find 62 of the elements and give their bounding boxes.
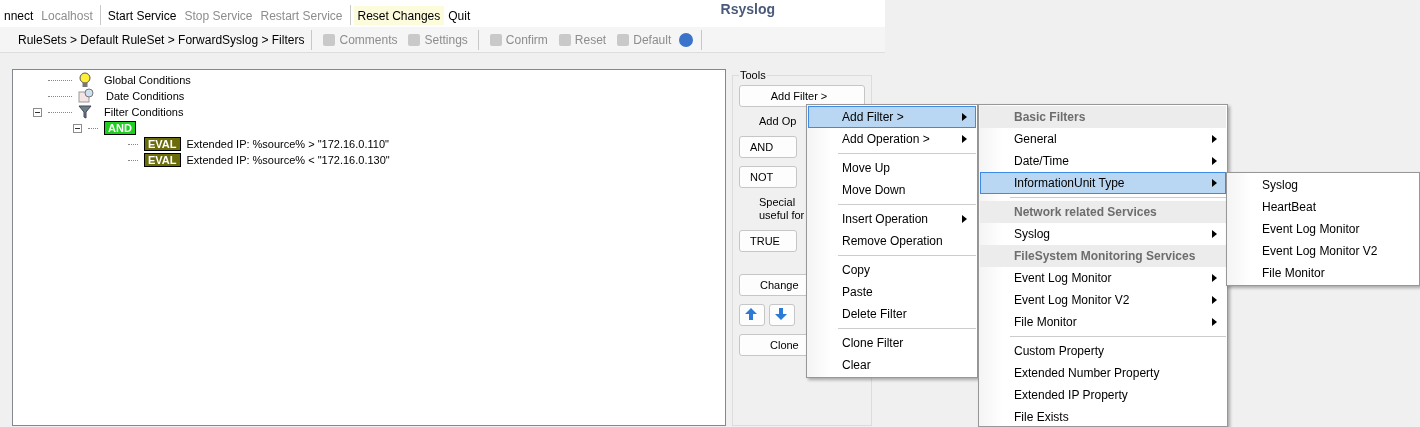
menu-item[interactable]: Event Log Monitor (1228, 218, 1418, 240)
menu-item[interactable]: Event Log Monitor V2 (980, 289, 1226, 311)
menu-item[interactable]: File Monitor (980, 311, 1226, 333)
menu-item[interactable]: HeartBeat (1228, 196, 1418, 218)
tree-label[interactable]: Extended IP: %source% > "172.16.0.110" (186, 138, 389, 150)
tree-label[interactable]: Filter Conditions (104, 106, 184, 118)
operator-badge[interactable]: EVAL (144, 153, 181, 167)
menu-item[interactable]: Insert Operation (808, 208, 976, 230)
section-label: Special useful for (759, 196, 805, 222)
funnel-icon (78, 105, 92, 119)
menu-header: Basic Filters (980, 106, 1226, 128)
breadcrumb: RuleSets > Default RuleSet > ForwardSyslog > Filters (18, 32, 305, 47)
menu-item[interactable]: File Monitor (1228, 262, 1418, 284)
toolbar-button[interactable]: Quit (444, 6, 475, 25)
add-filter-button[interactable]: Add Filter > (739, 85, 865, 107)
toolbar-button[interactable]: Reset Changes (353, 6, 445, 25)
menu-item[interactable]: File Exists (980, 406, 1226, 426)
menu-item[interactable]: InformationUnit Type (980, 172, 1226, 194)
menu-item[interactable]: Move Up (808, 157, 976, 179)
menu-item[interactable]: Move Down (808, 179, 976, 201)
menu-item[interactable]: Remove Operation (808, 230, 976, 252)
menu-header: FileSystem Monitoring Services (980, 245, 1226, 267)
tree-label[interactable]: Date Conditions (106, 90, 185, 102)
help-icon[interactable] (678, 31, 695, 48)
toolbar-button[interactable]: Start Service (103, 6, 181, 25)
menu-item[interactable]: General (980, 128, 1226, 150)
operator-badge[interactable]: EVAL (144, 137, 181, 151)
tree-label[interactable]: Extended IP: %source% < "172.16.0.130" (186, 154, 390, 166)
menu-header: Network related Services (980, 201, 1226, 223)
menu-item[interactable]: Event Log Monitor V2 (1228, 240, 1418, 262)
action-icon (322, 32, 337, 47)
menu-item[interactable]: Date/Time (980, 150, 1226, 172)
calendar-clock-icon (78, 88, 94, 104)
and-button[interactable]: AND (739, 136, 797, 158)
down-arrow-icon (774, 307, 788, 321)
up-arrow-icon (744, 307, 758, 321)
section-label: Add Op (759, 115, 797, 128)
menu-item[interactable]: Event Log Monitor (980, 267, 1226, 289)
collapse-toggle[interactable] (33, 107, 42, 117)
menu-item[interactable]: Add Filter > (808, 106, 976, 128)
group-title: Tools (739, 69, 767, 81)
move-down-button[interactable] (769, 304, 795, 326)
menu-item[interactable]: Clear (808, 354, 976, 376)
menu-item[interactable]: Extended IP Property (980, 384, 1226, 406)
collapse-toggle[interactable] (73, 123, 82, 133)
action-icon (407, 32, 422, 47)
menu-item[interactable]: Syslog (1228, 174, 1418, 196)
tree-label[interactable]: Global Conditions (104, 74, 191, 86)
action-icon (616, 32, 631, 47)
toolbar-button[interactable]: nnect (0, 6, 38, 25)
app-title: Rsyslog (720, 1, 775, 17)
menu-item[interactable]: Delete Filter (808, 303, 976, 325)
move-up-button[interactable] (739, 304, 765, 326)
menu-item[interactable]: Extended Number Property (980, 362, 1226, 384)
menu-item[interactable]: Syslog (980, 223, 1226, 245)
action-icon (557, 32, 572, 47)
menu-item[interactable]: Add Operation > (808, 128, 976, 150)
action-icon (488, 32, 503, 47)
menu-item[interactable]: Custom Property (980, 340, 1226, 362)
true-button[interactable]: TRUE (739, 230, 797, 252)
not-button[interactable]: NOT (739, 166, 797, 188)
light-bulb-icon (78, 72, 92, 88)
